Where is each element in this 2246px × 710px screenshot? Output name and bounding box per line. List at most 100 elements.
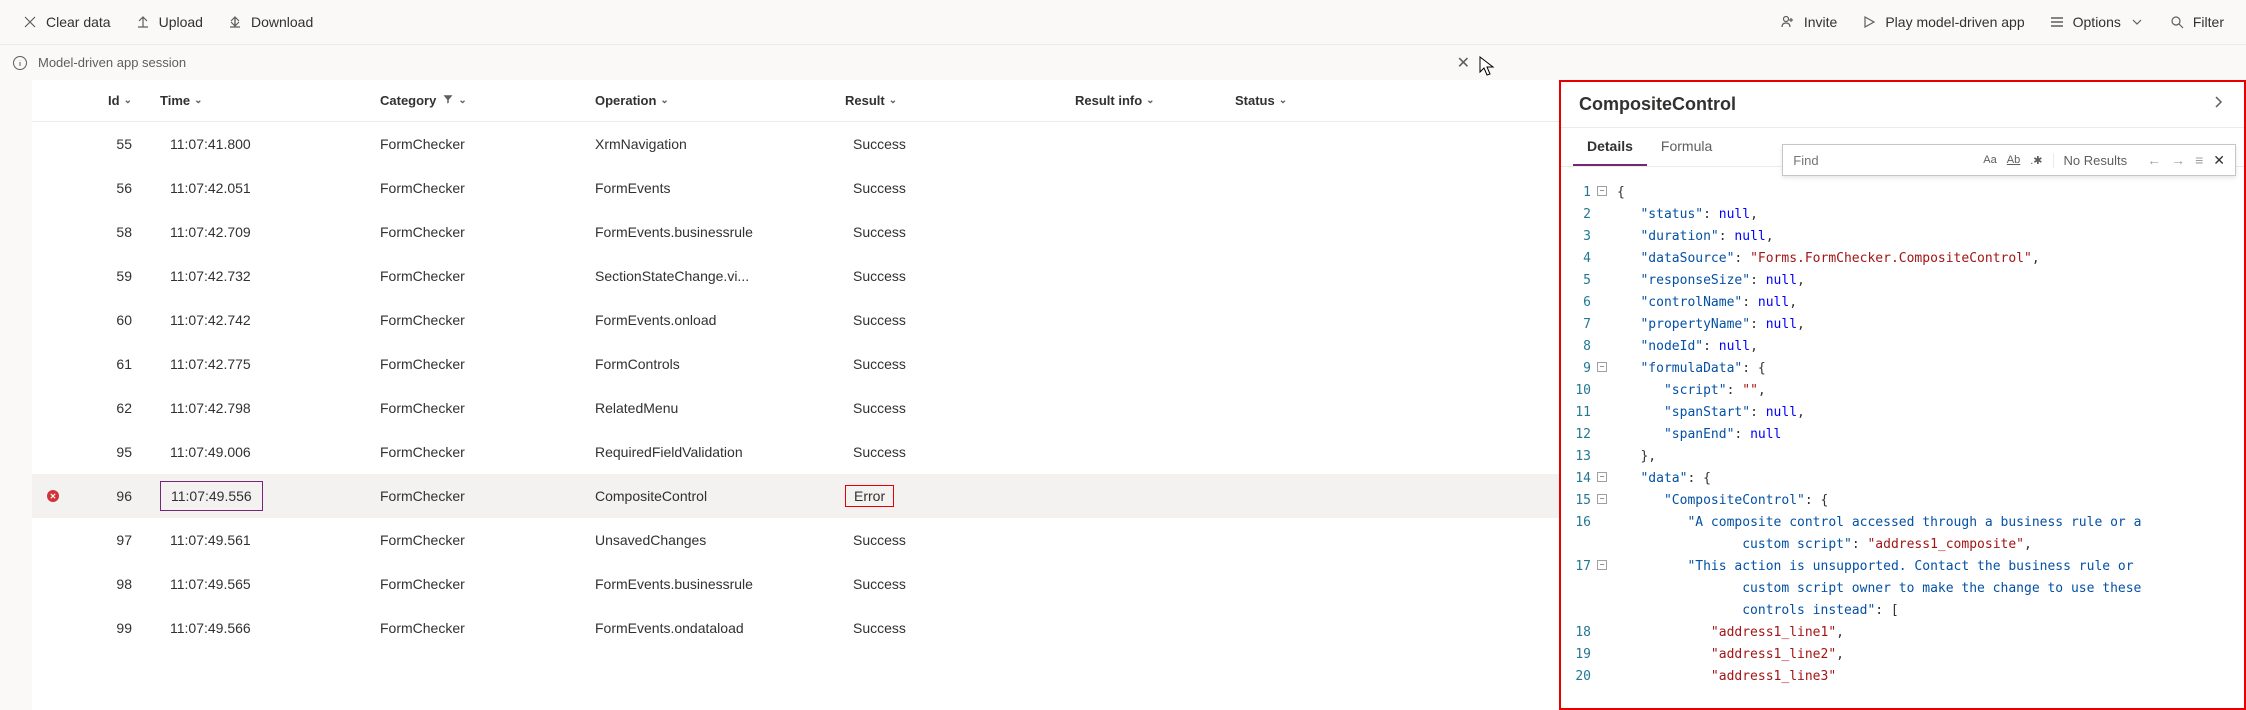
- fold-toggle[interactable]: −: [1597, 362, 1607, 372]
- table-row[interactable]: 9811:07:49.565FormCheckerFormEvents.busi…: [32, 562, 1559, 606]
- line-number: 16: [1561, 512, 1609, 556]
- cell-result: Success: [837, 442, 1067, 462]
- cell-result: Success: [837, 530, 1067, 550]
- col-result[interactable]: Result⌄: [837, 93, 1067, 108]
- table-row[interactable]: 5511:07:41.800FormCheckerXrmNavigationSu…: [32, 122, 1559, 166]
- cell-result: Success: [837, 574, 1067, 594]
- cell-operation: FormEvents.ondataload: [587, 620, 837, 636]
- invite-button[interactable]: Invite: [1770, 8, 1847, 36]
- options-icon: [2049, 14, 2065, 30]
- invite-label: Invite: [1804, 14, 1837, 30]
- invite-icon: [1780, 14, 1796, 30]
- line-number: 1−: [1561, 182, 1609, 204]
- find-selection-button[interactable]: ≡: [2191, 150, 2207, 170]
- col-id[interactable]: Id⌄: [74, 93, 152, 108]
- table-row[interactable]: 9911:07:49.566FormCheckerFormEvents.onda…: [32, 606, 1559, 650]
- chevron-down-icon: ⌄: [660, 95, 668, 106]
- match-case-icon[interactable]: Aa: [1981, 152, 1998, 168]
- fold-toggle[interactable]: −: [1597, 560, 1607, 570]
- code-line: 6 "controlName": null,: [1561, 292, 2244, 314]
- table-row[interactable]: 5611:07:42.051FormCheckerFormEventsSucce…: [32, 166, 1559, 210]
- code-line: 12 "spanEnd": null: [1561, 424, 2244, 446]
- chevron-down-icon: ⌄: [194, 95, 202, 106]
- tab-formula[interactable]: Formula: [1647, 128, 1726, 166]
- line-number: 10: [1561, 380, 1609, 402]
- cell-category: FormChecker: [372, 268, 587, 284]
- code-line: 18 "address1_line1",: [1561, 622, 2244, 644]
- find-close-button[interactable]: ✕: [2209, 150, 2229, 171]
- chevron-down-icon: [2129, 14, 2145, 30]
- table-body: 5511:07:41.800FormCheckerXrmNavigationSu…: [32, 122, 1559, 710]
- session-close-button[interactable]: ✕: [1453, 49, 1474, 77]
- cell-id: 55: [74, 136, 152, 152]
- code-line: 5 "responseSize": null,: [1561, 270, 2244, 292]
- cell-category: FormChecker: [372, 136, 587, 152]
- options-button[interactable]: Options: [2039, 8, 2155, 36]
- cell-result: Success: [837, 618, 1067, 638]
- fold-toggle[interactable]: −: [1597, 186, 1607, 196]
- find-prev-button[interactable]: ←: [2143, 150, 2165, 170]
- download-button[interactable]: Download: [217, 8, 323, 36]
- cell-result: Success: [837, 310, 1067, 330]
- cell-operation: FormControls: [587, 356, 837, 372]
- regex-icon[interactable]: .✱: [2028, 152, 2044, 169]
- fold-toggle[interactable]: −: [1597, 472, 1607, 482]
- filter-button[interactable]: Filter: [2159, 8, 2234, 36]
- table-row[interactable]: 6111:07:42.775FormCheckerFormControlsSuc…: [32, 342, 1559, 386]
- collapse-button[interactable]: [2210, 94, 2226, 115]
- code-viewer[interactable]: 1−{2 "status": null,3 "duration": null,4…: [1561, 182, 2244, 708]
- download-icon: [227, 14, 243, 30]
- match-word-icon[interactable]: Ab: [2005, 152, 2022, 168]
- play-button[interactable]: Play model-driven app: [1851, 8, 2034, 36]
- chevron-down-icon: ⌄: [124, 95, 132, 106]
- table-row[interactable]: 6011:07:42.742FormCheckerFormEvents.onlo…: [32, 298, 1559, 342]
- table-row[interactable]: ✕9611:07:49.556FormCheckerCompositeContr…: [32, 474, 1559, 518]
- table-row[interactable]: 9711:07:49.561FormCheckerUnsavedChangesS…: [32, 518, 1559, 562]
- cell-operation: RequiredFieldValidation: [587, 444, 837, 460]
- upload-button[interactable]: Upload: [125, 8, 213, 36]
- code-line: 1−{: [1561, 182, 2244, 204]
- filter-label: Filter: [2193, 14, 2224, 30]
- cell-category: FormChecker: [372, 356, 587, 372]
- cell-id: 61: [74, 356, 152, 372]
- info-icon: [12, 55, 28, 71]
- clear-data-button[interactable]: Clear data: [12, 8, 121, 36]
- table-row[interactable]: 9511:07:49.006FormCheckerRequiredFieldVa…: [32, 430, 1559, 474]
- find-input[interactable]: [1783, 153, 1973, 168]
- chevron-down-icon: ⌄: [1146, 95, 1154, 106]
- code-line: 17− "This action is unsupported. Contact…: [1561, 556, 2244, 622]
- table-row[interactable]: 5911:07:42.732FormCheckerSectionStateCha…: [32, 254, 1559, 298]
- cell-result: Error: [837, 485, 1067, 507]
- find-next-button[interactable]: →: [2167, 150, 2189, 170]
- col-category[interactable]: Category⌄: [372, 93, 587, 108]
- table-row[interactable]: 6211:07:42.798FormCheckerRelatedMenuSucc…: [32, 386, 1559, 430]
- line-number: 13: [1561, 446, 1609, 468]
- code-line: 4 "dataSource": "Forms.FormChecker.Compo…: [1561, 248, 2244, 270]
- code-line: 14− "data": {: [1561, 468, 2244, 490]
- col-operation[interactable]: Operation⌄: [587, 93, 837, 108]
- table-row[interactable]: 5811:07:42.709FormCheckerFormEvents.busi…: [32, 210, 1559, 254]
- line-number: 7: [1561, 314, 1609, 336]
- fold-toggle[interactable]: −: [1597, 494, 1607, 504]
- cell-category: FormChecker: [372, 312, 587, 328]
- cell-id: 97: [74, 532, 152, 548]
- cell-category: FormChecker: [372, 444, 587, 460]
- chevron-down-icon: ⌄: [1279, 95, 1287, 106]
- cell-time: 11:07:42.732: [152, 261, 372, 291]
- line-number: 17−: [1561, 556, 1609, 622]
- chevron-down-icon: ⌄: [889, 95, 897, 106]
- cell-result: Success: [837, 398, 1067, 418]
- code-line: 8 "nodeId": null,: [1561, 336, 2244, 358]
- cell-id: 58: [74, 224, 152, 240]
- cell-category: FormChecker: [372, 400, 587, 416]
- cell-result: Success: [837, 266, 1067, 286]
- cell-time: 11:07:49.556: [152, 481, 372, 511]
- tab-details[interactable]: Details: [1573, 128, 1647, 166]
- upload-label: Upload: [159, 14, 203, 30]
- code-line: 11 "spanStart": null,: [1561, 402, 2244, 424]
- line-number: 6: [1561, 292, 1609, 314]
- col-time[interactable]: Time⌄: [152, 93, 372, 108]
- col-status[interactable]: Status⌄: [1227, 93, 1347, 108]
- col-result-info[interactable]: Result info⌄: [1067, 93, 1227, 108]
- cell-category: FormChecker: [372, 532, 587, 548]
